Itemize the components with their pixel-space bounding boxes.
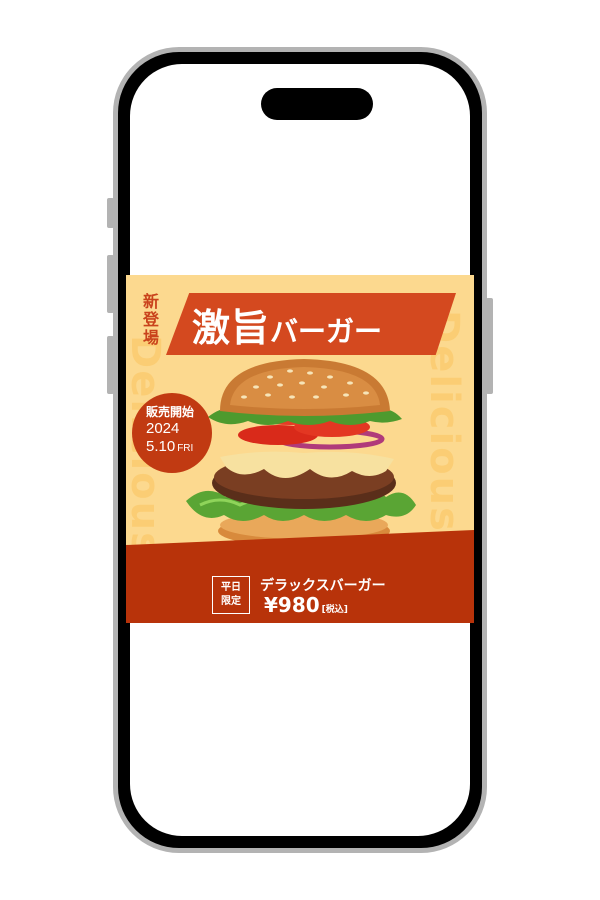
weekday-limited-badge: 平日 限定 [212, 576, 250, 614]
burger-ad-banner[interactable]: Delicious burg Delicious burg 新登場 激旨バーガー [126, 275, 474, 623]
dynamic-island [261, 88, 373, 120]
tax-note: [税込] [321, 605, 348, 615]
title-main: 激旨 [192, 306, 271, 350]
price-value: ¥980 [264, 593, 320, 617]
sale-weekday: FRI [177, 443, 194, 454]
new-arrival-label: 新登場 [142, 292, 159, 347]
sale-date: 5.10 FRI [146, 438, 193, 455]
product-name: デラックスバーガー [260, 578, 386, 594]
banner-title: 激旨バーガー [192, 297, 382, 352]
sale-date-badge: 販売開始 2024 5.10 FRI [132, 393, 212, 473]
sale-year: 2024 [146, 420, 180, 437]
sale-start-label: 販売開始 [146, 405, 195, 419]
title-sub: バーガー [270, 315, 383, 348]
limited-line-1: 平日 [221, 582, 241, 593]
phone-power-button [486, 298, 493, 394]
limited-line-2: 限定 [221, 596, 241, 607]
product-price: ¥980 [税込] [264, 593, 348, 617]
burger-photo [186, 359, 416, 547]
sale-date-value: 5.10 [146, 438, 176, 455]
